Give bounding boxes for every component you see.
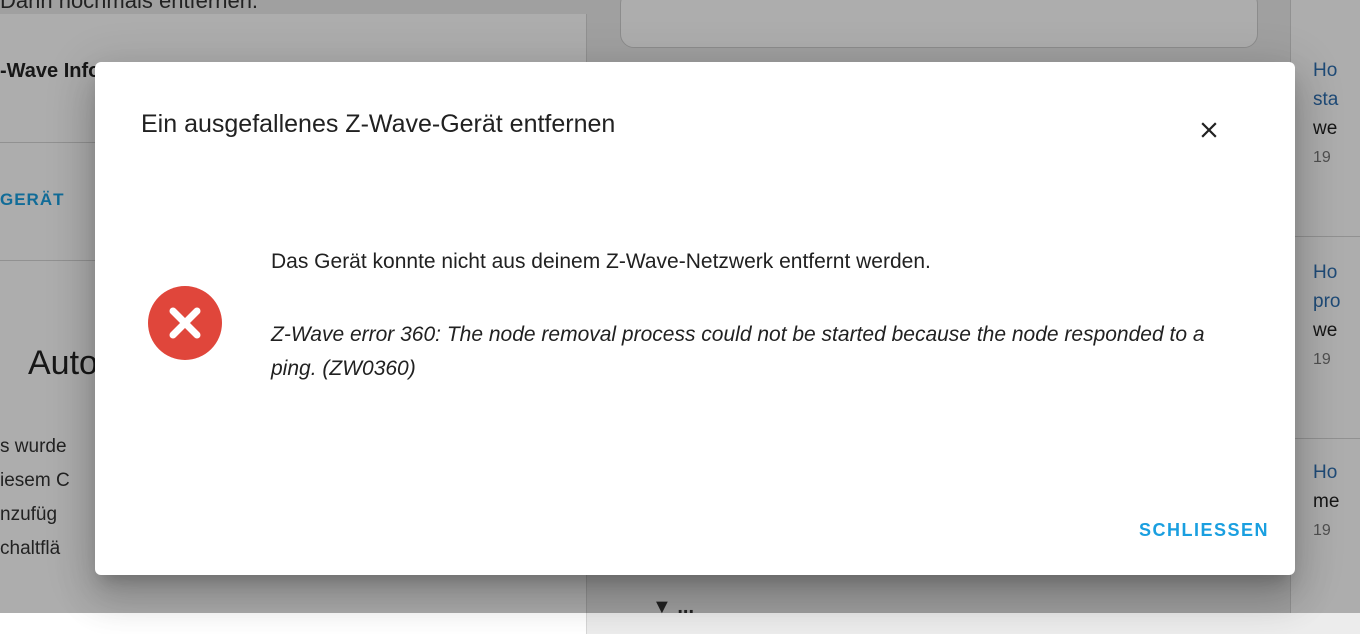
dialog-close-button[interactable] [1191,112,1227,148]
close-icon [1201,122,1217,138]
error-detail: Z-Wave error 360: The node removal proce… [271,323,1205,380]
error-circle-icon [148,286,222,360]
remove-failed-node-dialog: Ein ausgefallenes Z-Wave-Gerät entfernen… [95,62,1295,575]
schliessen-button[interactable]: SCHLIESSEN [1089,508,1269,552]
dialog-message: Das Gerät konnte nicht aus deinem Z-Wave… [271,250,931,273]
dialog-title: Ein ausgefallenes Z-Wave-Gerät entfernen [141,110,616,138]
